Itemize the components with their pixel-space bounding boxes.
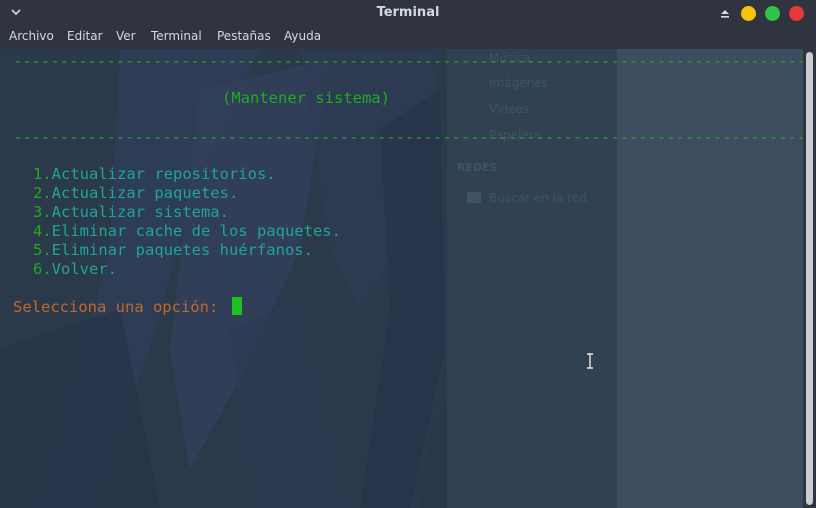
folder-icon — [467, 192, 481, 203]
prompt-line[interactable]: Selecciona una opción: — [13, 297, 242, 317]
maximize-button[interactable] — [765, 5, 780, 21]
title-bar[interactable]: Terminal — [0, 0, 816, 26]
menu-editar[interactable]: Editar — [67, 26, 103, 49]
keep-above-icon[interactable] — [718, 6, 732, 20]
minimize-button[interactable] — [741, 5, 756, 21]
separator-line: ----------------------------------------… — [13, 128, 803, 146]
scrollbar-thumb[interactable] — [806, 52, 813, 505]
option-5: 5.Eliminar paquetes huérfanos. — [33, 241, 313, 260]
terminal-area[interactable]: Música Imágenes Vídeos Papelera REDES Bu… — [0, 49, 803, 508]
option-2: 2.Actualizar paquetes. — [33, 184, 238, 203]
option-number: 3. — [33, 203, 52, 221]
option-6: 6.Volver. — [33, 260, 117, 279]
option-label: Volver. — [51, 260, 117, 278]
prompt-text: Selecciona una opción: — [13, 298, 228, 316]
background-panel-right — [617, 49, 803, 508]
option-label: Actualizar paquetes. — [51, 184, 239, 202]
menu-archivo[interactable]: Archivo — [9, 26, 54, 49]
menu-pestanas[interactable]: Pestañas — [217, 26, 271, 49]
ghost-section: REDES — [457, 161, 498, 174]
menu-bar: Archivo Editar Ver Terminal Pestañas Ayu… — [0, 26, 816, 49]
option-number: 2. — [33, 184, 52, 202]
ghost-item: Buscar en la red — [489, 191, 587, 205]
option-number: 4. — [33, 222, 52, 240]
window-controls — [718, 5, 804, 21]
close-button[interactable] — [789, 5, 804, 21]
menu-terminal[interactable]: Terminal — [151, 26, 202, 49]
menu-heading: (Mantener sistema) — [222, 89, 390, 107]
option-1: 1.Actualizar repositorios. — [33, 165, 276, 184]
option-label: Eliminar cache de los paquetes. — [51, 222, 341, 240]
option-label: Actualizar repositorios. — [51, 165, 276, 183]
terminal-window: Terminal Archivo Editar Ver Terminal Pes… — [0, 0, 816, 508]
vertical-scrollbar[interactable] — [803, 49, 816, 508]
ibeam-cursor-icon — [587, 353, 593, 369]
option-3: 3.Actualizar sistema. — [33, 203, 229, 222]
option-number: 6. — [33, 260, 52, 278]
option-4: 4.Eliminar cache de los paquetes. — [33, 222, 341, 241]
option-number: 5. — [33, 241, 52, 259]
menu-ver[interactable]: Ver — [116, 26, 136, 49]
menu-ayuda[interactable]: Ayuda — [284, 26, 321, 49]
text-cursor — [231, 297, 242, 315]
option-label: Eliminar paquetes huérfanos. — [51, 241, 313, 259]
option-number: 1. — [33, 165, 52, 183]
separator-line: ----------------------------------------… — [13, 52, 803, 70]
window-title: Terminal — [376, 5, 440, 20]
ghost-item: Vídeos — [489, 102, 530, 116]
ghost-item: Imágenes — [489, 76, 548, 90]
option-label: Actualizar sistema. — [51, 203, 229, 221]
